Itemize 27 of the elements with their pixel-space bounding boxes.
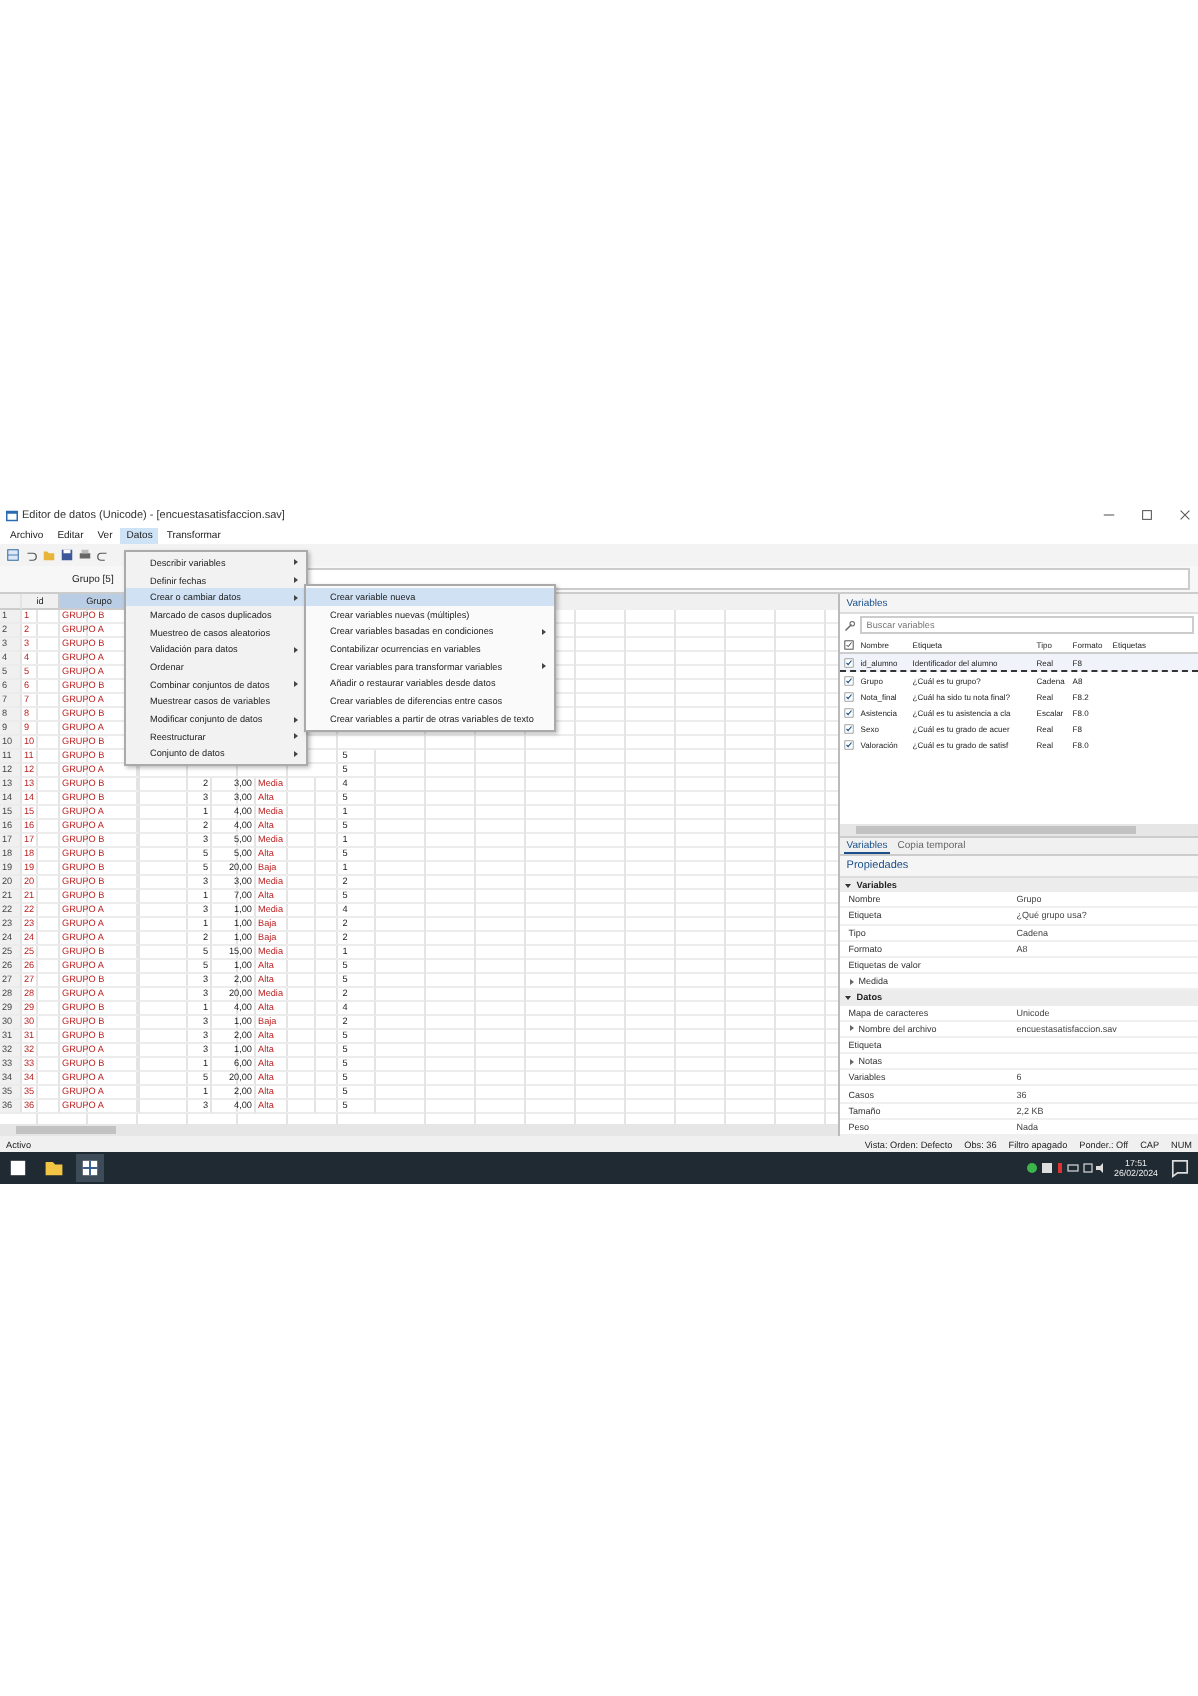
notification-icon[interactable] <box>1166 1154 1194 1182</box>
save-icon[interactable] <box>60 548 74 562</box>
checkbox[interactable] <box>844 723 855 733</box>
checkbox[interactable] <box>844 691 855 701</box>
scrollbar[interactable] <box>840 824 1198 837</box>
submenu-arrow-icon <box>540 662 548 671</box>
wrench-icon <box>844 619 857 631</box>
expand-icon <box>848 1057 857 1066</box>
data-view-icon[interactable] <box>6 548 20 562</box>
close-icon[interactable] <box>1178 508 1192 522</box>
checkbox-icon[interactable] <box>844 639 855 649</box>
undo-icon[interactable] <box>24 548 38 562</box>
checkbox[interactable] <box>844 739 855 749</box>
submenu-arrow-icon <box>292 645 300 654</box>
expand-icon <box>848 1024 857 1033</box>
print-icon[interactable] <box>78 548 92 562</box>
checkbox[interactable] <box>844 707 855 717</box>
redo-icon[interactable] <box>96 548 110 562</box>
maximize-icon[interactable] <box>1140 508 1154 522</box>
tray-icons-drawing <box>1026 1160 1107 1176</box>
scrollbar[interactable] <box>0 1124 839 1136</box>
submenu-arrow-icon <box>292 680 300 689</box>
checkbox[interactable] <box>844 675 855 685</box>
submenu-arrow-icon <box>540 627 548 636</box>
grid-app-icon[interactable] <box>76 1154 104 1182</box>
app-icon <box>6 509 18 521</box>
checkbox[interactable] <box>844 657 855 667</box>
